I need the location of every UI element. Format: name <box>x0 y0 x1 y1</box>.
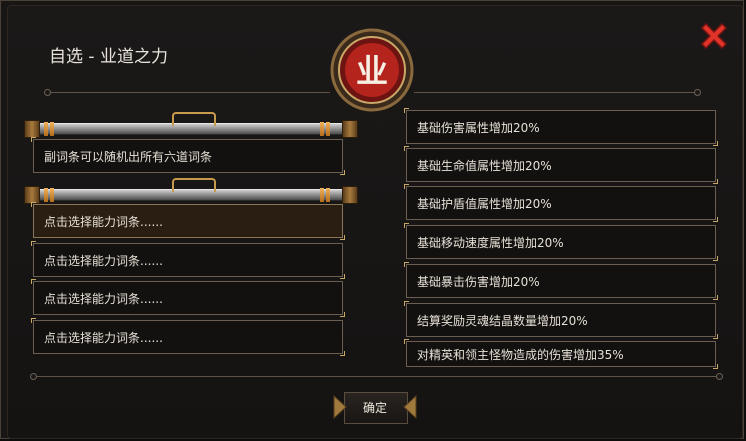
close-icon[interactable] <box>698 20 730 52</box>
scroll-bar-middle <box>24 178 358 206</box>
ability-slot-4[interactable]: 点击选择能力词条...... <box>31 318 345 356</box>
ability-slot-label: 点击选择能力词条...... <box>44 330 163 345</box>
ability-option-label: 基础伤害属性增加20% <box>417 120 540 135</box>
footer-divider <box>36 376 716 377</box>
ability-slot-1[interactable]: 点击选择能力词条...... <box>31 202 345 240</box>
ability-option-4[interactable]: 基础移动速度属性增加20% <box>404 223 718 261</box>
ability-slot-3[interactable]: 点击选择能力词条...... <box>31 279 345 317</box>
ability-slot-label: 点击选择能力词条...... <box>44 214 163 229</box>
ability-option-1[interactable]: 基础伤害属性增加20% <box>404 108 718 146</box>
divider-end-dot <box>694 89 701 96</box>
affix-description-text: 副词条可以随机出所有六道词条 <box>44 149 213 164</box>
ability-slot-2[interactable]: 点击选择能力词条...... <box>31 241 345 279</box>
emblem-glyph: 业 <box>356 52 388 90</box>
ability-option-5[interactable]: 基础暴击伤害增加20% <box>404 262 718 300</box>
ability-option-6[interactable]: 结算奖励灵魂结晶数量增加20% <box>404 301 718 339</box>
header-divider-right <box>414 92 694 93</box>
affix-description: 副词条可以随机出所有六道词条 <box>31 137 345 175</box>
divider-end-dot <box>44 89 51 96</box>
ability-option-label: 基础生命值属性增加20% <box>417 158 552 173</box>
panel-title: 自选 - 业道之力 <box>49 47 168 67</box>
ability-slot-label: 点击选择能力词条...... <box>44 253 163 268</box>
ability-option-3[interactable]: 基础护盾值属性增加20% <box>404 184 718 222</box>
ability-option-label: 基础移动速度属性增加20% <box>417 235 564 250</box>
ability-option-2[interactable]: 基础生命值属性增加20% <box>404 146 718 184</box>
confirm-button[interactable]: 确定 <box>330 386 420 428</box>
confirm-button-label: 确定 <box>362 400 387 415</box>
scroll-bar-top <box>24 112 358 140</box>
ability-option-label: 对精英和领主怪物造成的伤害增加35% <box>417 347 624 362</box>
ability-option-label: 基础护盾值属性增加20% <box>417 196 552 211</box>
divider-end-dot <box>30 373 37 380</box>
divider-end-dot <box>716 373 723 380</box>
ability-option-7[interactable]: 对精英和领主怪物造成的伤害增加35% <box>404 339 718 369</box>
ability-slot-label: 点击选择能力词条...... <box>44 291 163 306</box>
ability-option-label: 结算奖励灵魂结晶数量增加20% <box>417 313 588 328</box>
header-divider-left <box>50 92 330 93</box>
ability-option-label: 基础暴击伤害增加20% <box>417 274 540 289</box>
karma-emblem-icon: 业 <box>330 28 414 112</box>
